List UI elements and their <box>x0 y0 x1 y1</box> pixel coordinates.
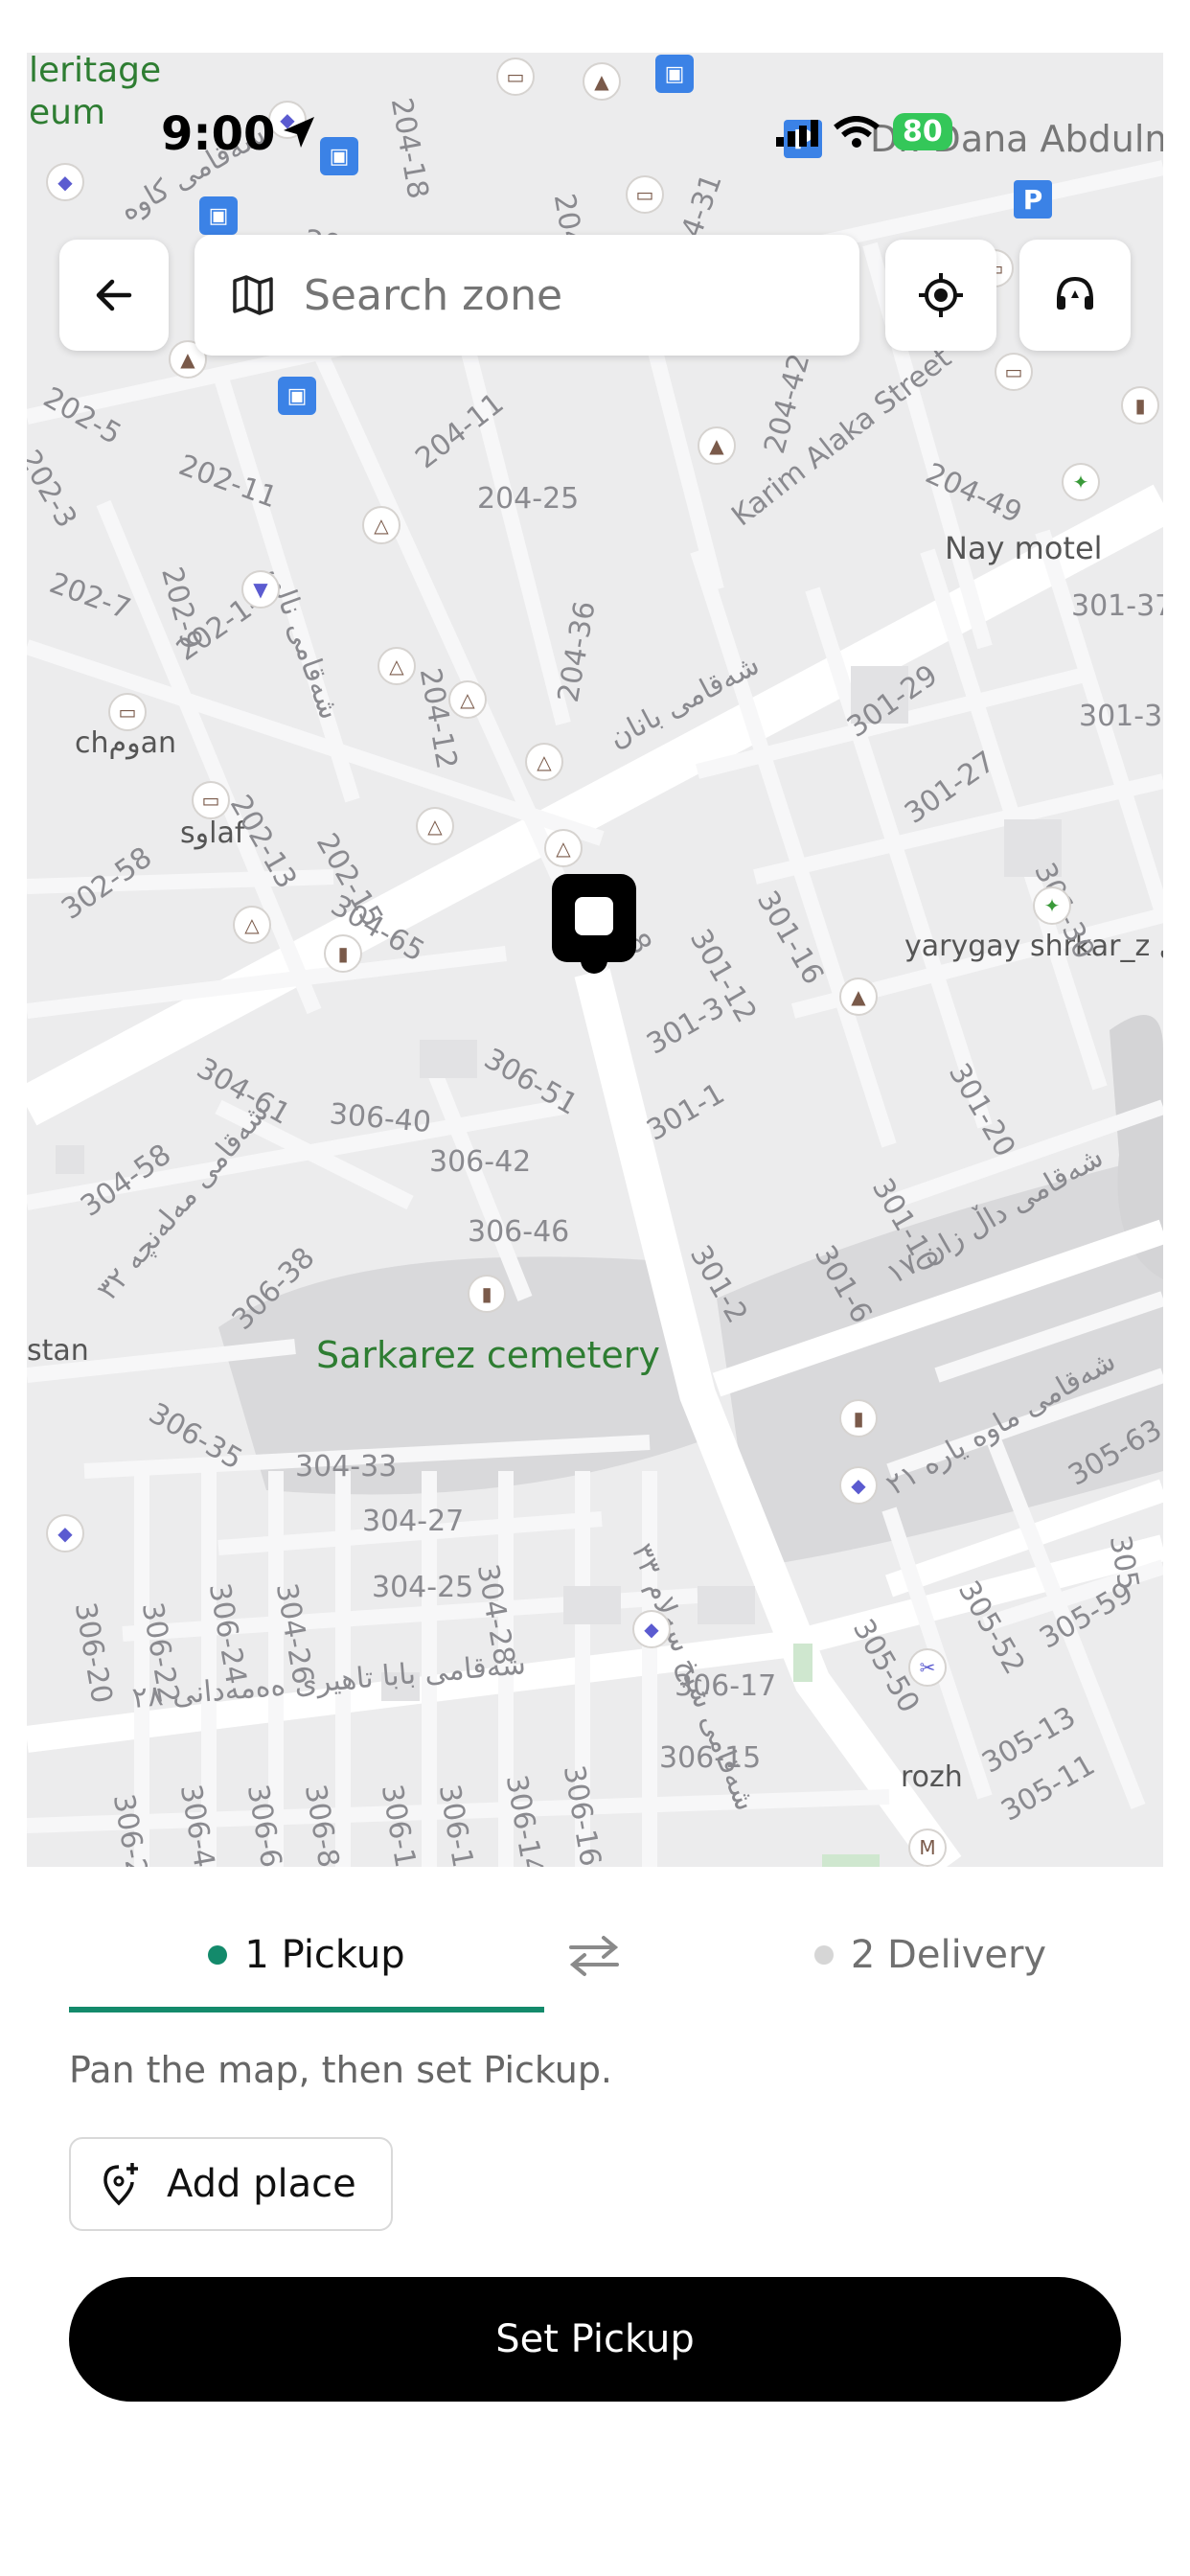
shopping-basket-icon[interactable]: ◆ <box>46 163 84 201</box>
wifi-icon <box>834 115 880 148</box>
active-tab-indicator <box>69 2007 544 2012</box>
location-arrow-icon <box>280 113 318 155</box>
map-label: yarygay shrkar_z ی <box>904 930 1163 963</box>
status-icons: 80 <box>776 113 952 150</box>
swap-icon[interactable] <box>565 1934 623 1982</box>
restaurant-icon[interactable]: ▮ <box>324 934 362 973</box>
shopping-cart-icon[interactable]: ◆ <box>839 1466 878 1505</box>
scissors-icon[interactable]: ✂ <box>908 1648 947 1687</box>
tab-pickup-label: 1 Pickup <box>244 1933 405 1977</box>
monument-icon[interactable]: ▮ <box>839 1399 878 1438</box>
map-label: eum <box>29 93 106 132</box>
landmark-icon[interactable]: △ <box>362 506 400 544</box>
bus-stop-icon[interactable]: ▣ <box>320 137 358 175</box>
delivery-dot <box>813 1945 834 1965</box>
add-place-button[interactable]: Add place <box>69 2137 393 2231</box>
hotel-icon[interactable]: ▭ <box>192 781 230 819</box>
map-label: Sarkarez cemetery <box>316 1334 660 1376</box>
map-label: 301-35 <box>1079 700 1163 733</box>
restaurant-icon[interactable]: ▮ <box>1121 386 1159 425</box>
instruction-text: Pan the map, then set Pickup. <box>69 2049 613 2091</box>
landmark-icon[interactable]: △ <box>378 647 416 685</box>
landmark-icon[interactable]: △ <box>525 743 563 781</box>
pickup-dot <box>208 1945 228 1965</box>
monument-icon[interactable]: ▮ <box>468 1275 506 1313</box>
landmark-icon[interactable]: △ <box>233 906 271 944</box>
map-label: chومan <box>75 726 176 760</box>
fastfood-icon[interactable]: M <box>908 1828 947 1867</box>
headset-icon <box>1057 276 1093 310</box>
map-label: 301-37 <box>1071 589 1163 623</box>
park-icon[interactable]: ✦ <box>1062 463 1100 501</box>
search-placeholder: Search zone <box>304 270 563 320</box>
landmark-icon[interactable]: △ <box>544 829 583 867</box>
hotel-icon[interactable]: ▭ <box>496 58 535 96</box>
map-label: 304-27 <box>362 1505 465 1538</box>
signal-icon <box>776 119 818 147</box>
back-button[interactable] <box>59 240 169 351</box>
bag-icon[interactable]: ▲ <box>839 978 878 1016</box>
bus-stop-icon[interactable]: ▣ <box>199 196 238 235</box>
battery-indicator: 80 <box>893 113 952 150</box>
tab-pickup[interactable]: 1 Pickup <box>69 1898 544 2012</box>
tab-delivery-label: 2 Delivery <box>850 1933 1047 1977</box>
crosshair-icon <box>919 273 963 317</box>
map-label: Nay motel <box>945 530 1103 566</box>
arrow-left-icon <box>96 279 132 311</box>
hotel-icon[interactable]: ▭ <box>108 693 147 731</box>
bus-stop-icon[interactable]: ▣ <box>278 377 316 415</box>
clothing-icon[interactable]: ▼ <box>241 570 280 609</box>
add-place-label: Add place <box>167 2162 356 2206</box>
locate-me-button[interactable] <box>885 240 996 351</box>
bus-stop-icon[interactable]: ▣ <box>655 55 694 93</box>
map-label: 304-25 <box>372 1571 474 1604</box>
tab-delivery[interactable]: 2 Delivery <box>740 1898 1121 2012</box>
shop-icon[interactable]: ▲ <box>583 62 621 101</box>
map-label: rozh <box>901 1760 963 1794</box>
map-label: 204-25 <box>477 482 580 516</box>
landmark-icon[interactable]: △ <box>416 807 454 845</box>
set-pickup-button[interactable]: Set Pickup <box>69 2277 1121 2402</box>
map-label: stan <box>27 1334 89 1368</box>
map-label: 304-33 <box>295 1450 398 1484</box>
landmark-icon[interactable]: △ <box>448 680 487 719</box>
map-label: 306-42 <box>429 1145 532 1179</box>
status-time: 9:00 <box>161 107 276 161</box>
parking-icon[interactable]: P <box>1014 180 1052 218</box>
add-location-icon <box>103 2163 138 2206</box>
map-label: leritage <box>29 53 162 90</box>
bag-icon[interactable]: ▲ <box>698 426 736 465</box>
pickup-pin-icon <box>552 874 636 962</box>
map-icon <box>233 275 273 315</box>
shopping-basket-icon[interactable]: ◆ <box>632 1610 671 1648</box>
hotel-icon[interactable]: ▭ <box>995 353 1033 391</box>
park-icon[interactable]: ✦ <box>1033 886 1071 925</box>
search-input[interactable]: Search zone <box>195 235 859 356</box>
map-label: 306-46 <box>468 1215 570 1249</box>
hotel-icon[interactable]: ▭ <box>626 175 664 214</box>
support-button[interactable] <box>1019 240 1131 351</box>
shopping-cart-icon[interactable]: ◆ <box>46 1514 84 1552</box>
